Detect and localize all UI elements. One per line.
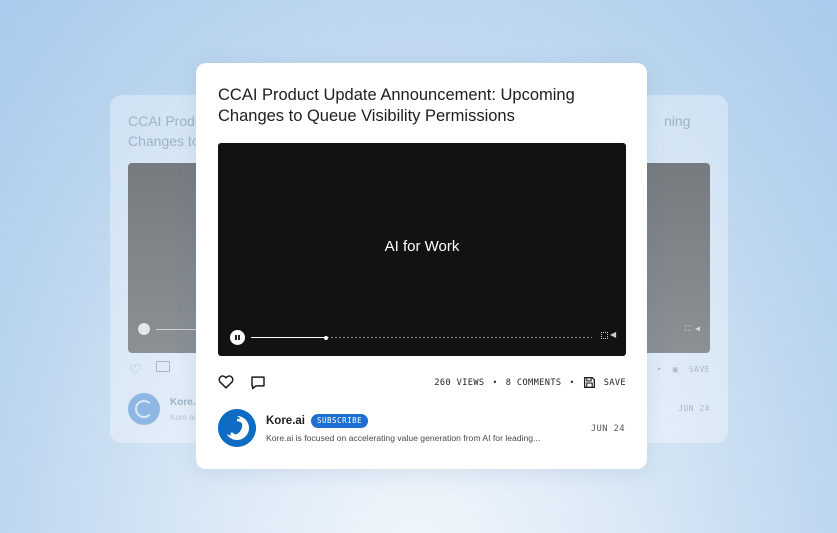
video-player[interactable]: AI for Work ◀	[218, 143, 626, 356]
background-date: JUN 24	[678, 404, 710, 413]
video-card: CCAI Product Update Announcement: Upcomi…	[196, 63, 647, 469]
volume-icon[interactable]: ◀	[610, 330, 616, 339]
channel-avatar[interactable]	[218, 409, 256, 447]
video-stats: 260 VIEWS • 8 COMMENTS • SAVE	[434, 376, 626, 389]
background-video-controls: ⛶ ◀	[684, 324, 700, 333]
background-pause-icon	[138, 323, 150, 335]
pause-button[interactable]	[230, 330, 245, 345]
background-save-label: SAVE	[688, 365, 710, 374]
background-heart-icon: ♡	[129, 361, 142, 377]
views-count: 260 VIEWS	[434, 377, 485, 388]
background-comment-icon	[156, 361, 170, 372]
pause-icon	[235, 335, 237, 340]
background-channel-avatar	[128, 393, 160, 425]
video-actions: 260 VIEWS • 8 COMMENTS • SAVE	[218, 374, 626, 392]
comment-icon[interactable]	[250, 375, 266, 395]
video-title[interactable]: CCAI Product Update Announcement: Upcomi…	[218, 85, 628, 127]
background-title-line1: CCAI Produ	[128, 113, 203, 129]
pause-icon-bar	[238, 335, 240, 340]
channel-name[interactable]: Kore.ai	[266, 415, 305, 427]
publish-date: JUN 24	[590, 424, 625, 434]
save-button[interactable]: SAVE	[604, 378, 626, 388]
video-overlay-text: AI for Work	[384, 238, 460, 255]
background-title-tail: ning	[664, 113, 691, 129]
video-progress-knob[interactable]	[324, 335, 329, 340]
comments-count[interactable]: 8 COMMENTS	[506, 378, 562, 388]
subscribe-button[interactable]: SUBSCRIBE	[311, 414, 369, 428]
background-save-icon: ▣	[672, 365, 679, 374]
channel-description: Kore.ai is focused on accelerating value…	[266, 433, 541, 443]
save-icon[interactable]	[583, 376, 596, 389]
video-progress-bar[interactable]	[251, 335, 592, 340]
background-channel-description: Kore.ai i	[170, 413, 200, 422]
heart-icon[interactable]	[218, 374, 234, 394]
stats-separator: •	[492, 378, 498, 387]
stats-separator: •	[569, 378, 575, 387]
video-progress-fill	[251, 337, 327, 338]
background-stats: S • ▣ SAVE	[641, 365, 710, 374]
fullscreen-icon[interactable]	[601, 332, 608, 339]
